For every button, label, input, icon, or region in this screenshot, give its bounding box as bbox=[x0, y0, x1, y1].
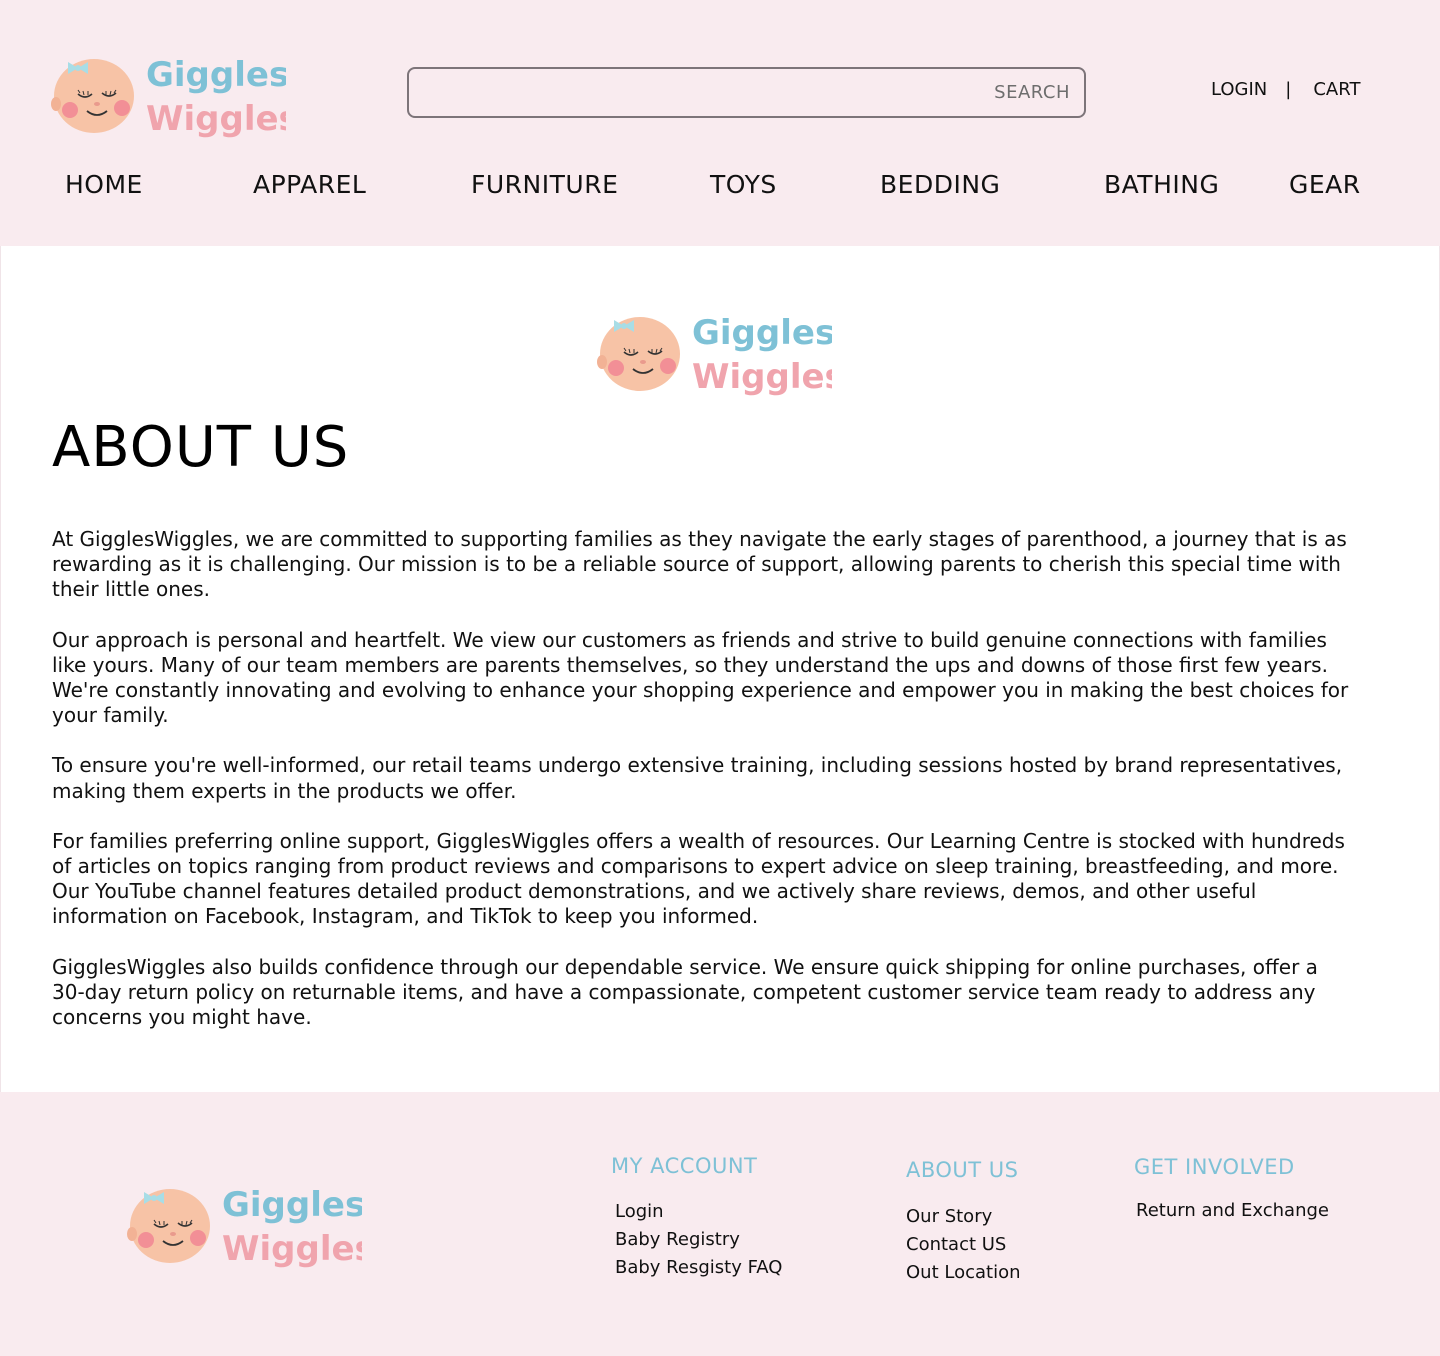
footer-link-baby-registry[interactable]: Baby Registry bbox=[615, 1229, 740, 1250]
header-logo[interactable]: Giggles Wiggles bbox=[50, 46, 286, 138]
nav-item-gear[interactable]: GEAR bbox=[1289, 170, 1361, 199]
svg-text:Giggles: Giggles bbox=[692, 313, 832, 353]
nav-item-toys[interactable]: TOYS bbox=[710, 170, 777, 199]
about-paragraph: For families preferring online support, … bbox=[52, 828, 1345, 929]
nav-item-bedding[interactable]: BEDDING bbox=[880, 170, 1000, 199]
svg-text:Wiggles: Wiggles bbox=[222, 1229, 362, 1268]
search-button[interactable]: SEARCH bbox=[994, 82, 1070, 103]
footer-link-location[interactable]: Out Location bbox=[906, 1262, 1021, 1283]
footer-heading-get-involved: GET INVOLVED bbox=[1134, 1155, 1295, 1179]
svg-text:Giggles: Giggles bbox=[146, 55, 286, 95]
page-title: ABOUT US bbox=[52, 415, 350, 480]
main-nav: HOME APPAREL FURNITURE TOYS BEDDING BATH… bbox=[0, 170, 1440, 206]
nav-item-home[interactable]: HOME bbox=[65, 170, 143, 199]
nav-item-apparel[interactable]: APPAREL bbox=[253, 170, 366, 199]
footer-item: Our Story bbox=[906, 1203, 1021, 1231]
footer-link-contact-us[interactable]: Contact US bbox=[906, 1234, 1006, 1255]
svg-text:Wiggles: Wiggles bbox=[692, 357, 832, 396]
search-bar: SEARCH bbox=[407, 67, 1086, 118]
account-links: LOGIN | CART bbox=[1211, 79, 1360, 100]
footer-link-our-story[interactable]: Our Story bbox=[906, 1206, 992, 1227]
about-paragraph: To ensure you're well-informed, our reta… bbox=[52, 753, 1343, 803]
baby-face-logo-icon: Giggles Wiggles bbox=[597, 313, 832, 396]
baby-face-logo-icon: Giggles Wiggles bbox=[127, 1185, 362, 1268]
footer-link-login[interactable]: Login bbox=[615, 1201, 664, 1222]
footer-item: Out Location bbox=[906, 1259, 1021, 1287]
footer-about-us: ABOUT US Our Story Contact US Out Locati… bbox=[906, 1158, 1021, 1287]
about-paragraph: Our approach is personal and heartfelt. … bbox=[52, 627, 1349, 728]
svg-text:Wiggles: Wiggles bbox=[146, 99, 286, 138]
nav-item-furniture[interactable]: FURNITURE bbox=[471, 170, 618, 199]
account-separator: | bbox=[1285, 79, 1292, 100]
footer-link-registry-faq[interactable]: Baby Resgisty FAQ bbox=[615, 1257, 782, 1278]
footer-heading-about-us: ABOUT US bbox=[906, 1158, 1019, 1182]
about-text: At GigglesWiggles, we are committed to s… bbox=[52, 527, 1352, 1055]
about-paragraph: GigglesWiggles also builds confidence th… bbox=[52, 954, 1318, 1030]
login-link[interactable]: LOGIN bbox=[1211, 79, 1267, 100]
footer-item: Login bbox=[615, 1198, 782, 1226]
cart-link[interactable]: CART bbox=[1313, 79, 1360, 100]
footer-heading-my-account: MY ACCOUNT bbox=[611, 1154, 758, 1178]
footer-item: Return and Exchange bbox=[1136, 1197, 1329, 1225]
footer-logo[interactable]: Giggles Wiggles bbox=[126, 1176, 362, 1268]
footer-get-involved: GET INVOLVED Return and Exchange bbox=[1134, 1155, 1329, 1225]
footer-item: Baby Resgisty FAQ bbox=[615, 1254, 782, 1282]
footer-item: Baby Registry bbox=[615, 1226, 782, 1254]
about-logo: Giggles Wiggles bbox=[596, 304, 832, 396]
search-input[interactable] bbox=[423, 69, 987, 118]
site-header: Giggles Wiggles SEARCH LOGIN | CART HOME A… bbox=[0, 0, 1440, 246]
footer-item: Contact US bbox=[906, 1231, 1021, 1259]
nav-item-bathing[interactable]: BATHING bbox=[1104, 170, 1219, 199]
about-paragraph: At GigglesWiggles, we are committed to s… bbox=[52, 527, 1347, 602]
baby-face-logo-icon: Giggles Wiggles bbox=[51, 55, 286, 138]
footer-link-return-exchange[interactable]: Return and Exchange bbox=[1136, 1200, 1329, 1221]
svg-text:Giggles: Giggles bbox=[222, 1185, 362, 1225]
footer-my-account: MY ACCOUNT Login Baby Registry Baby Resg… bbox=[611, 1154, 782, 1282]
